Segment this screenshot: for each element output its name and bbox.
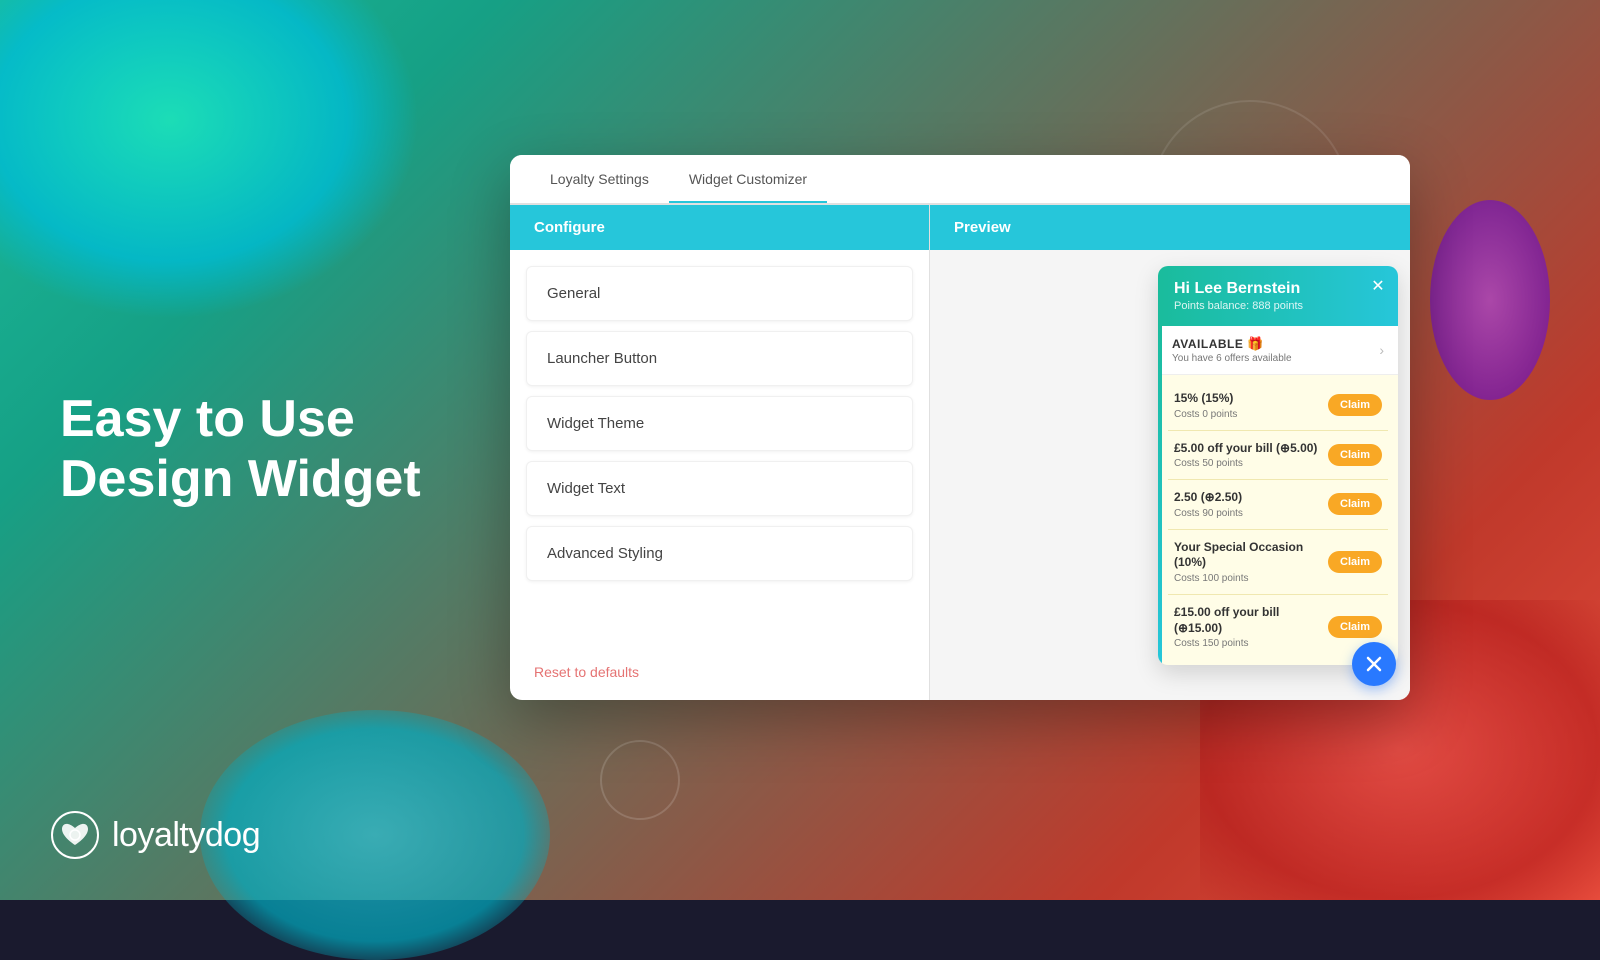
menu-item-widget-text[interactable]: Widget Text <box>526 461 913 516</box>
offer-row-3: Your Special Occasion (10%) Costs 100 po… <box>1168 530 1388 595</box>
claim-button-0[interactable]: Claim <box>1328 394 1382 416</box>
gift-icon: 🎁 <box>1247 336 1264 352</box>
widget-close-button[interactable]: ✕ <box>1368 276 1388 296</box>
offer-row-4: £15.00 off your bill (⊕15.00) Costs 150 … <box>1168 595 1388 659</box>
claim-button-4[interactable]: Claim <box>1328 616 1382 638</box>
hero-text: Easy to Use Design Widget <box>60 390 421 510</box>
config-header: Configure <box>510 205 929 250</box>
offer-cost-3: Costs 100 points <box>1174 573 1320 584</box>
menu-item-advanced-styling[interactable]: Advanced Styling <box>526 526 913 581</box>
offer-cost-1: Costs 50 points <box>1174 458 1320 469</box>
offer-title-3: Your Special Occasion (10%) <box>1174 540 1320 571</box>
preview-panel: Preview Hi Lee Bernstein Points balance:… <box>930 205 1410 700</box>
tab-loyalty-settings[interactable]: Loyalty Settings <box>530 157 669 203</box>
hero-line2: Design Widget <box>60 450 421 508</box>
offer-row-1: £5.00 off your bill (⊕5.00) Costs 50 poi… <box>1168 431 1388 481</box>
deco-circle2 <box>600 740 680 820</box>
offer-info-2: 2.50 (⊕2.50) Costs 90 points <box>1174 490 1320 519</box>
offer-title-4: £15.00 off your bill (⊕15.00) <box>1174 605 1320 636</box>
blob-purple <box>1430 200 1550 400</box>
claim-button-1[interactable]: Claim <box>1328 444 1382 466</box>
logo-text: loyaltydog <box>112 816 260 855</box>
offer-cost-0: Costs 0 points <box>1174 409 1320 420</box>
offer-cost-2: Costs 90 points <box>1174 508 1320 519</box>
widget-accent-bar <box>1158 321 1162 665</box>
offer-title-2: 2.50 (⊕2.50) <box>1174 490 1320 506</box>
menu-item-launcher-button[interactable]: Launcher Button <box>526 331 913 386</box>
menu-list: General Launcher Button Widget Theme Wid… <box>510 250 929 652</box>
hero-line1: Easy to Use <box>60 390 355 448</box>
config-panel: Configure General Launcher Button Widget… <box>510 205 930 700</box>
claim-button-2[interactable]: Claim <box>1328 493 1382 515</box>
claim-button-3[interactable]: Claim <box>1328 551 1382 573</box>
panel-body: Configure General Launcher Button Widget… <box>510 205 1410 700</box>
preview-body: Hi Lee Bernstein Points balance: 888 poi… <box>930 250 1410 700</box>
offer-row-0: 15% (15%) Costs 0 points Claim <box>1168 381 1388 431</box>
float-close-button[interactable] <box>1352 642 1396 686</box>
menu-item-widget-theme[interactable]: Widget Theme <box>526 396 913 451</box>
offers-list: 15% (15%) Costs 0 points Claim £5.00 off… <box>1158 375 1398 665</box>
available-bar[interactable]: AVAILABLE 🎁 You have 6 offers available … <box>1158 326 1398 375</box>
logo-icon <box>50 810 100 860</box>
available-title: AVAILABLE 🎁 <box>1172 336 1292 352</box>
logo: loyaltydog <box>50 810 260 860</box>
offer-info-0: 15% (15%) Costs 0 points <box>1174 391 1320 420</box>
offer-row-2: 2.50 (⊕2.50) Costs 90 points Claim <box>1168 480 1388 530</box>
widget-card: Hi Lee Bernstein Points balance: 888 poi… <box>1158 266 1398 665</box>
offer-title-0: 15% (15%) <box>1174 391 1320 407</box>
available-left: AVAILABLE 🎁 You have 6 offers available <box>1172 336 1292 364</box>
widget-greeting: Hi Lee Bernstein <box>1174 280 1382 298</box>
tab-widget-customizer[interactable]: Widget Customizer <box>669 157 827 203</box>
widget-points: Points balance: 888 points <box>1174 300 1382 312</box>
offer-info-4: £15.00 off your bill (⊕15.00) Costs 150 … <box>1174 605 1320 649</box>
menu-item-general[interactable]: General <box>526 266 913 321</box>
reset-link[interactable]: Reset to defaults <box>510 652 929 700</box>
available-arrow: › <box>1379 342 1384 358</box>
main-panel: Loyalty Settings Widget Customizer Confi… <box>510 155 1410 700</box>
offer-info-3: Your Special Occasion (10%) Costs 100 po… <box>1174 540 1320 584</box>
widget-header: Hi Lee Bernstein Points balance: 888 poi… <box>1158 266 1398 326</box>
offer-title-1: £5.00 off your bill (⊕5.00) <box>1174 441 1320 457</box>
available-sub: You have 6 offers available <box>1172 353 1292 364</box>
offer-cost-4: Costs 150 points <box>1174 638 1320 649</box>
tabs-row: Loyalty Settings Widget Customizer <box>510 155 1410 205</box>
preview-header: Preview <box>930 205 1410 250</box>
offer-info-1: £5.00 off your bill (⊕5.00) Costs 50 poi… <box>1174 441 1320 470</box>
